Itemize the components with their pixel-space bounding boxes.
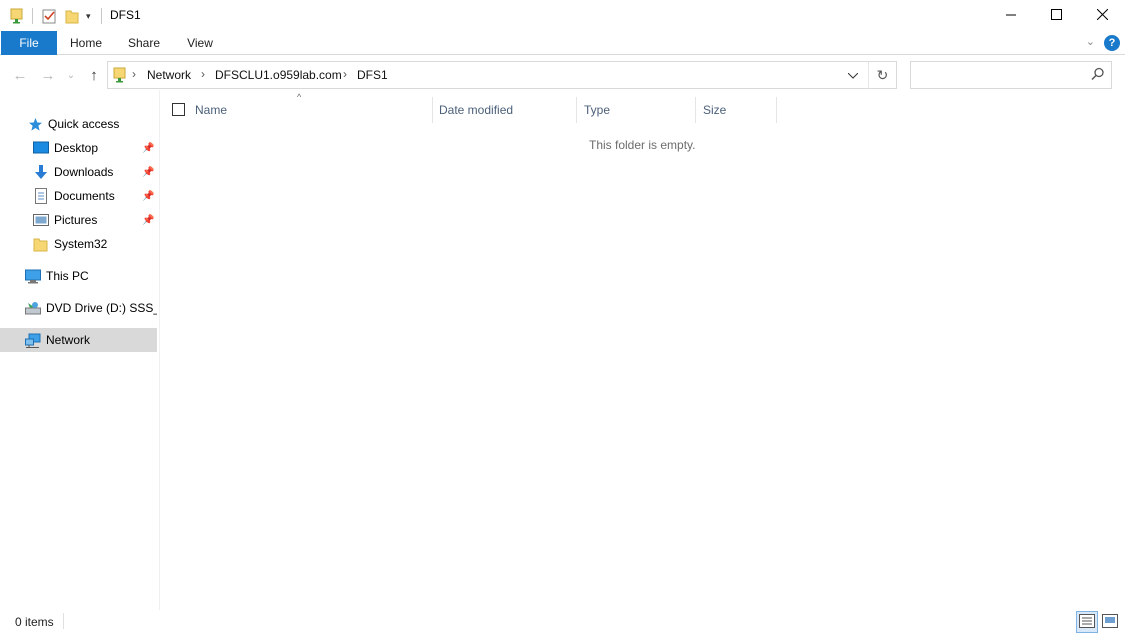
window-title: DFS1 [110, 8, 141, 22]
large-icons-view-button[interactable] [1099, 611, 1121, 633]
up-arrow-icon: ↑ [90, 66, 98, 84]
sort-ascending-icon: ^ [297, 92, 302, 102]
breadcrumb-chevron-icon[interactable]: › [201, 67, 205, 81]
search-input[interactable] [917, 63, 1087, 87]
refresh-icon: ↻ [876, 66, 889, 83]
details-view-icon [1079, 613, 1095, 631]
chevron-down-icon: ⌄ [66, 69, 76, 81]
star-icon [27, 116, 43, 132]
new-folder-icon[interactable] [42, 7, 57, 25]
nav-item-dvd-drive[interactable]: DVD Drive (D:) SSS_X64FREE_EN-US_DV9 [0, 296, 157, 320]
download-arrow-icon [33, 164, 49, 180]
nav-item-system32[interactable]: System32 [0, 232, 157, 256]
column-separator[interactable] [776, 97, 777, 123]
tab-view[interactable]: View [176, 31, 224, 55]
help-icon[interactable]: ? [1104, 35, 1120, 51]
breadcrumb-server[interactable]: DFSCLU1.o959lab.com [215, 68, 342, 82]
pane-divider[interactable] [159, 90, 160, 610]
minimize-icon [1005, 9, 1017, 23]
pin-icon[interactable]: 📌 [142, 191, 154, 202]
network-icon [25, 332, 41, 348]
pin-icon[interactable]: 📌 [142, 215, 154, 226]
computer-icon [25, 268, 41, 284]
column-header-size[interactable]: Size [703, 97, 726, 123]
ribbon-expand-icon[interactable]: ⌄ [1086, 35, 1095, 48]
breadcrumb-chevron-icon[interactable]: › [132, 67, 136, 81]
refresh-button[interactable]: ↻ [868, 61, 897, 89]
column-separator[interactable] [432, 97, 433, 123]
address-dropdown-button[interactable] [838, 61, 867, 89]
toolbar-separator [32, 8, 33, 24]
nav-item-documents[interactable]: Documents 📌 [0, 184, 157, 208]
nav-item-network[interactable]: Network [0, 328, 157, 352]
nav-item-label: System32 [54, 237, 108, 251]
nav-item-downloads[interactable]: Downloads 📌 [0, 160, 157, 184]
nav-item-label: Downloads [54, 165, 114, 179]
ribbon-tabs: File Home Share View ⌄ ? [0, 31, 1125, 55]
column-separator[interactable] [576, 97, 577, 123]
status-separator [63, 613, 64, 629]
nav-item-label: Documents [54, 189, 115, 203]
nav-item-this-pc[interactable]: This PC [0, 264, 157, 288]
maximize-icon [1050, 8, 1062, 23]
document-icon [33, 188, 49, 204]
minimize-button[interactable] [988, 0, 1034, 31]
back-button[interactable]: ← [10, 64, 30, 86]
navigation-pane: Quick access Desktop 📌 Downloads 📌 Docum… [0, 108, 160, 608]
desktop-icon [33, 140, 49, 156]
address-bar[interactable]: › Network › DFSCLU1.o959lab.com › DFS1 [107, 61, 897, 89]
nav-item-label: DVD Drive (D:) SSS_X64FREE_EN-US_DV9 [46, 301, 157, 315]
nav-item-desktop[interactable]: Desktop 📌 [0, 136, 157, 160]
nav-item-quick-access[interactable]: Quick access [0, 112, 157, 136]
nav-item-label: This PC [46, 269, 89, 283]
breadcrumb-chevron-icon[interactable]: › [343, 67, 347, 81]
status-item-count: 0 items [15, 615, 54, 629]
column-header-date-modified[interactable]: Date modified [439, 97, 513, 123]
customize-dropdown-icon[interactable]: ▾ [86, 7, 91, 25]
back-arrow-icon: ← [12, 66, 28, 84]
column-separator[interactable] [695, 97, 696, 123]
pictures-icon [33, 212, 49, 228]
details-view-button[interactable] [1076, 611, 1098, 633]
column-header-name[interactable]: Name [195, 97, 227, 123]
close-button[interactable] [1079, 0, 1125, 31]
up-button[interactable]: ↑ [84, 64, 104, 86]
forward-button[interactable]: → [38, 64, 58, 86]
large-icons-view-icon [1102, 613, 1118, 631]
pin-icon[interactable]: 📌 [142, 143, 154, 154]
maximize-button[interactable] [1033, 0, 1079, 31]
nav-item-label: Quick access [48, 117, 120, 131]
nav-item-label: Desktop [54, 141, 99, 155]
chevron-down-icon [847, 68, 858, 82]
search-box[interactable] [910, 61, 1112, 89]
column-header-type[interactable]: Type [584, 97, 610, 123]
recent-locations-button[interactable]: ⌄ [64, 64, 78, 86]
pin-icon[interactable]: 📌 [142, 167, 154, 178]
title-separator [101, 8, 102, 24]
tab-share[interactable]: Share [120, 31, 168, 55]
empty-folder-message: This folder is empty. [589, 138, 696, 152]
nav-item-label: Network [46, 333, 91, 347]
select-all-checkbox[interactable] [172, 103, 185, 116]
title-bar: ▾ DFS1 [0, 0, 1125, 31]
search-icon[interactable] [1091, 67, 1105, 84]
properties-icon[interactable] [10, 7, 24, 25]
folder-icon[interactable] [65, 7, 79, 25]
network-share-icon [113, 67, 127, 86]
dvd-drive-icon [25, 300, 41, 316]
breadcrumb-share[interactable]: DFS1 [357, 68, 388, 82]
tab-home[interactable]: Home [62, 31, 110, 55]
folder-icon [33, 236, 49, 252]
forward-arrow-icon: → [40, 66, 56, 84]
nav-item-label: Pictures [54, 213, 98, 227]
tab-file[interactable]: File [1, 31, 57, 55]
close-icon [1096, 8, 1108, 23]
nav-item-pictures[interactable]: Pictures 📌 [0, 208, 157, 232]
breadcrumb-network[interactable]: Network [147, 68, 191, 82]
